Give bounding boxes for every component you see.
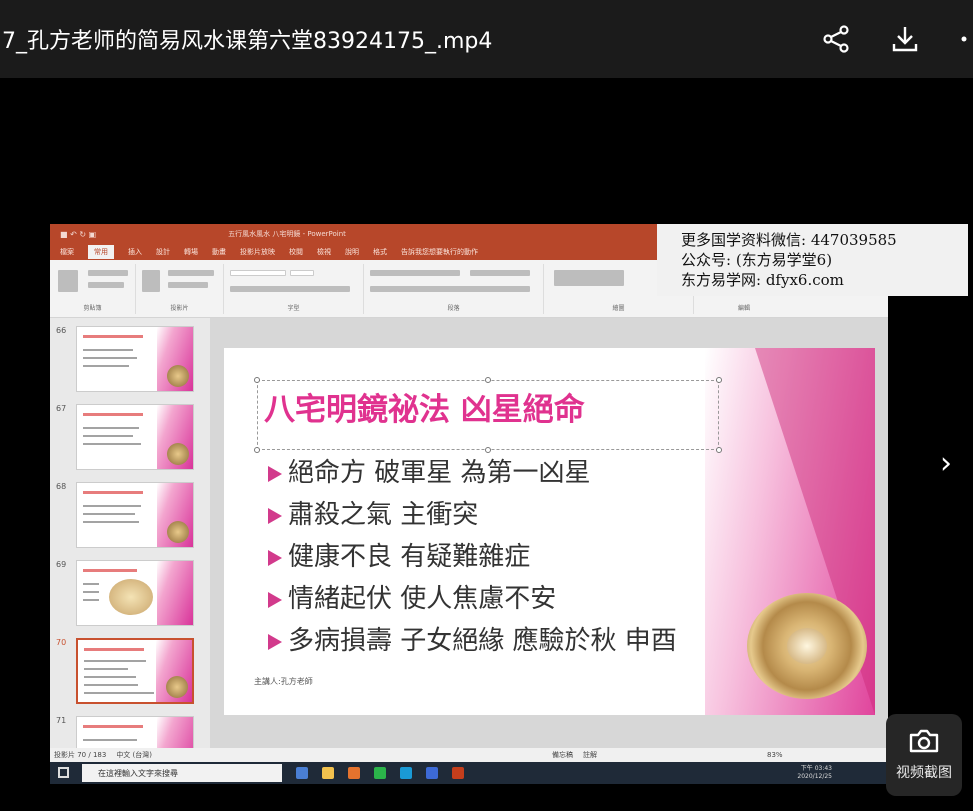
more-icon <box>961 36 967 42</box>
taskbar-app-icon[interactable] <box>400 767 412 779</box>
slide-bullet-list: 絕命方 破軍星 為第一凶星 肅殺之氣 主衝突 健康不良 有疑難雜症 情緒起伏 使… <box>268 452 677 662</box>
tab-view[interactable]: 檢視 <box>317 247 331 257</box>
slide-thumbnail-70[interactable] <box>76 638 194 704</box>
watermark-overlay: 更多国学资料微信: 447039585 公众号: (东方易学堂6) 东方易学网:… <box>657 224 968 296</box>
current-slide: 八宅明鏡祕法 凶星絕命 絕命方 破軍星 為第一凶星 肅殺之氣 主衝突 健康不良 … <box>224 348 875 715</box>
ppt-status-bar: 投影片 70 / 183 中文 (台灣) 備忘稿 註解 83% <box>50 748 888 762</box>
more-button[interactable] <box>953 19 973 59</box>
bullet-arrow-icon <box>268 633 282 650</box>
tab-help[interactable]: 說明 <box>345 247 359 257</box>
tab-animations[interactable]: 動畫 <box>212 247 226 257</box>
taskbar-app-icon[interactable] <box>426 767 438 779</box>
camera-icon <box>909 729 939 753</box>
tab-slideshow[interactable]: 投影片放映 <box>240 247 275 257</box>
bullet-arrow-icon <box>268 507 282 524</box>
slide-thumbnail-66[interactable] <box>76 326 194 392</box>
bullet-arrow-icon <box>268 591 282 608</box>
tab-transitions[interactable]: 轉場 <box>184 247 198 257</box>
taskbar-app-icon[interactable] <box>348 767 360 779</box>
bullet-item: 絕命方 破軍星 為第一凶星 <box>268 452 677 494</box>
powerpoint-window: ■ ↶ ↻ ▣ 五行風水風水 八宅明鏡 - PowerPoint 檔案 常用 插… <box>50 224 888 784</box>
header-actions <box>817 0 973 78</box>
taskbar-app-icon[interactable] <box>322 767 334 779</box>
tab-design[interactable]: 設計 <box>156 247 170 257</box>
bullet-arrow-icon <box>268 465 282 482</box>
bullet-item: 健康不良 有疑難雜症 <box>268 536 677 578</box>
slide-thumbnail-67[interactable] <box>76 404 194 470</box>
download-icon <box>892 27 918 52</box>
ribbon-group-paragraph: 段落 <box>364 264 544 314</box>
bullet-arrow-icon <box>268 549 282 566</box>
taskbar-powerpoint-icon[interactable] <box>452 767 464 779</box>
taskbar-app-icon[interactable] <box>374 767 386 779</box>
slide-title[interactable]: 八宅明鏡祕法 凶星絕命 <box>264 384 585 429</box>
slide-footer: 主講人:孔方老師 <box>254 677 313 686</box>
comments-button[interactable]: 註解 <box>583 750 597 760</box>
tab-file[interactable]: 檔案 <box>60 247 74 257</box>
taskbar-search-input[interactable]: 在這裡輸入文字來搜尋 <box>82 764 282 782</box>
ppt-window-title: 五行風水風水 八宅明鏡 - PowerPoint <box>228 230 346 238</box>
video-screenshot-button[interactable]: 视频截图 <box>886 714 962 796</box>
capture-label: 视频截图 <box>896 765 952 781</box>
tab-review[interactable]: 校閱 <box>289 247 303 257</box>
bullet-item: 肅殺之氣 主衝突 <box>268 494 677 536</box>
tab-insert[interactable]: 插入 <box>128 247 142 257</box>
title-bar: 7_孔方老师的简易风水课第六堂83924175_.mp4 <box>0 0 973 78</box>
taskbar-clock: 下午 03:43 2020/12/25 <box>797 765 832 780</box>
ribbon-group-font: 字型 <box>224 264 364 314</box>
slide-thumbnail-71[interactable] <box>76 716 194 748</box>
ribbon-group-slides: 投影片 <box>136 264 224 314</box>
taskbar-app-icon[interactable] <box>296 767 308 779</box>
language-indicator: 中文 (台灣) <box>116 751 152 759</box>
slide-thumbnail-69[interactable] <box>76 560 194 626</box>
slide-counter: 投影片 70 / 183 <box>54 751 107 759</box>
download-button[interactable] <box>885 19 925 59</box>
tab-format[interactable]: 格式 <box>373 247 387 257</box>
windows-taskbar: 在這裡輸入文字來搜尋 下午 03:43 2020/12/25 <box>50 762 888 784</box>
zoom-level[interactable]: 83% <box>767 751 783 759</box>
luopan-compass-image <box>747 593 867 699</box>
ribbon-group-clipboard: 剪貼簿 <box>50 264 136 314</box>
bullet-item: 情緒起伏 使人焦慮不安 <box>268 578 677 620</box>
share-button[interactable] <box>817 19 857 59</box>
slide-thumbnails-pane: 66 67 68 69 70 71 <box>50 318 210 748</box>
notes-button[interactable]: 備忘稿 <box>552 750 573 760</box>
bullet-item: 多病損壽 子女絕緣 應驗於秋 申酉 <box>268 620 677 662</box>
slide-edit-area: 八宅明鏡祕法 凶星絕命 絕命方 破軍星 為第一凶星 肅殺之氣 主衝突 健康不良 … <box>210 318 888 748</box>
next-chevron-icon[interactable]: › <box>932 444 960 484</box>
slide-thumbnail-68[interactable] <box>76 482 194 548</box>
video-title: 7_孔方老师的简易风水课第六堂83924175_.mp4 <box>2 29 493 54</box>
tab-home[interactable]: 常用 <box>88 245 114 259</box>
tell-me-search[interactable]: 告訴我您想要執行的動作 <box>401 247 478 257</box>
windows-start-icon[interactable] <box>58 767 69 778</box>
share-icon <box>823 25 849 53</box>
